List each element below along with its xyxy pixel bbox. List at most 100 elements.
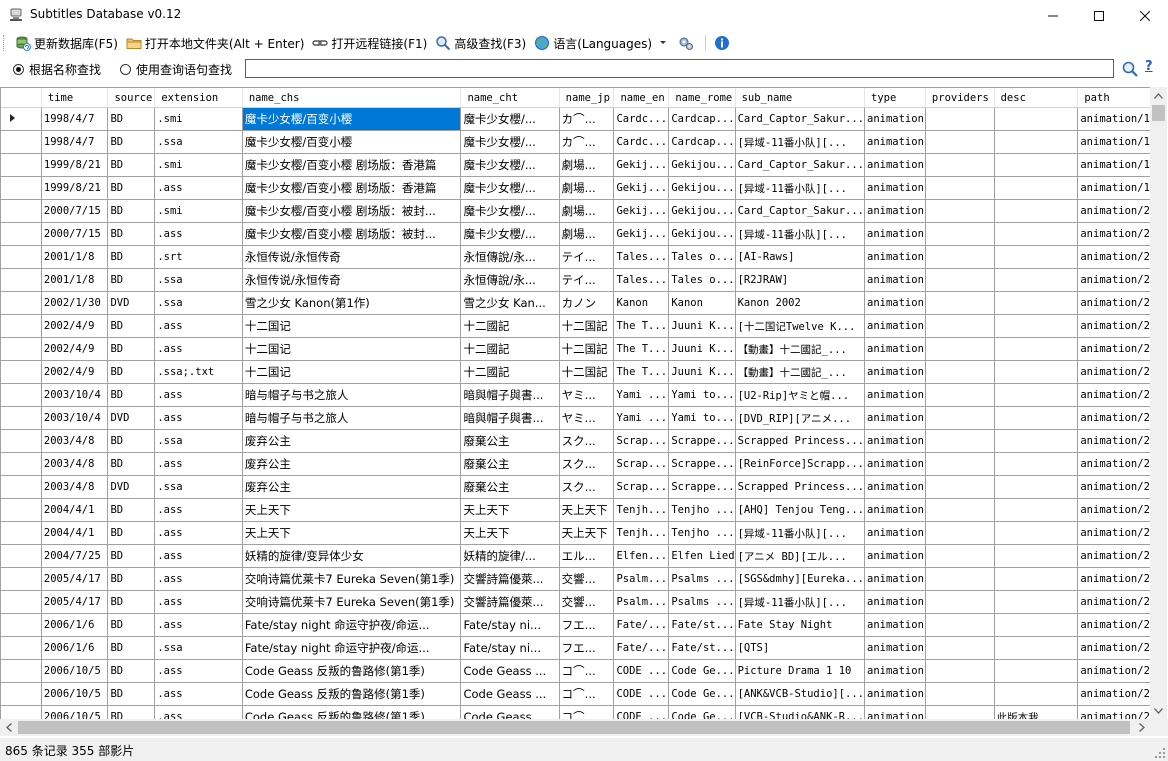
cell-sub-name[interactable]: [ANK&VCB-Studio][...: [735, 682, 866, 706]
cell-name-chs[interactable]: Code Geass 反叛的鲁路修(第1季): [242, 659, 462, 683]
cell-name-en[interactable]: Yami ...: [613, 383, 670, 407]
cell-name-rome[interactable]: Tenjho ...: [668, 498, 736, 522]
cell-name-cht[interactable]: 妖精的旋律/...: [460, 544, 560, 568]
cell-name-jp[interactable]: 天上天下: [559, 521, 615, 545]
open-remote-link-button[interactable]: 打开远程链接(F1): [308, 32, 431, 54]
row-header[interactable]: [1, 521, 42, 545]
cell-name-chs[interactable]: 永恒传说/永恒传奇: [242, 268, 462, 292]
cell-name-cht[interactable]: 永恒傳說/永...: [460, 245, 560, 269]
row-header[interactable]: [1, 245, 42, 269]
cell-type[interactable]: animation: [864, 429, 926, 453]
cell-desc[interactable]: [994, 475, 1079, 499]
cell-time[interactable]: 1998/4/7: [41, 130, 109, 154]
open-local-folder-button[interactable]: 打开本地文件夹(Alt + Enter): [122, 32, 309, 54]
cell-providers[interactable]: [925, 705, 995, 720]
table-row[interactable]: 2003/4/8 BD .ass 废弃公主 廢棄公主 スク... Scrap... Scrap…: [1, 452, 1151, 476]
cell-extension[interactable]: .ass: [154, 314, 243, 338]
cell-sub-name[interactable]: Fate Stay Night: [735, 613, 866, 637]
cell-type[interactable]: animation: [864, 705, 926, 720]
cell-type[interactable]: animation: [864, 682, 926, 706]
cell-time[interactable]: 2002/1/30: [41, 291, 109, 315]
cell-time[interactable]: 2001/1/8: [41, 268, 109, 292]
cell-source[interactable]: BD: [107, 199, 156, 223]
cell-sub-name[interactable]: [异域-11番小队][...: [735, 176, 866, 200]
row-header[interactable]: [1, 567, 42, 591]
table-row[interactable]: 1999/8/21 BD .ass 魔卡少女樱/百变小樱 剧场版：香港篇 魔卡少女櫻/.…: [1, 176, 1151, 200]
cell-providers[interactable]: [925, 567, 995, 591]
cell-desc[interactable]: [994, 360, 1079, 384]
search-input[interactable]: [245, 59, 1114, 78]
cell-type[interactable]: animation: [864, 337, 926, 361]
cell-source[interactable]: BD: [107, 544, 156, 568]
cell-name-en[interactable]: Scrap...: [613, 452, 670, 476]
cell-time[interactable]: 2006/10/5: [41, 682, 109, 706]
cell-time[interactable]: 2002/4/9: [41, 337, 109, 361]
cell-name-jp[interactable]: 劇場...: [559, 176, 615, 200]
cell-name-cht[interactable]: 永恒傳說/永...: [460, 268, 560, 292]
cell-name-jp[interactable]: コ⌒...: [559, 659, 615, 683]
cell-source[interactable]: DVD: [107, 291, 156, 315]
cell-name-cht[interactable]: 廢棄公主: [460, 475, 560, 499]
cell-name-rome[interactable]: Scrappe...: [668, 452, 736, 476]
cell-name-chs[interactable]: Fate/stay night 命运守护夜/命运...: [242, 613, 462, 637]
cell-source[interactable]: BD: [107, 613, 156, 637]
cell-providers[interactable]: [925, 176, 995, 200]
cell-time[interactable]: 1999/8/21: [41, 176, 109, 200]
cell-providers[interactable]: [925, 682, 995, 706]
cell-name-jp[interactable]: 劇場...: [559, 199, 615, 223]
row-header[interactable]: [1, 475, 42, 499]
cell-name-jp[interactable]: 劇場...: [559, 153, 615, 177]
cell-desc[interactable]: [994, 176, 1079, 200]
cell-providers[interactable]: [925, 613, 995, 637]
cell-name-chs[interactable]: 魔卡少女樱/百变小樱 剧场版：香港篇: [242, 176, 462, 200]
cell-providers[interactable]: [925, 659, 995, 683]
cell-extension[interactable]: .ass: [154, 176, 243, 200]
cell-path[interactable]: animation/2: [1077, 314, 1151, 338]
cell-name-rome[interactable]: Code Ge...: [668, 705, 736, 720]
cell-time[interactable]: 2003/4/8: [41, 452, 109, 476]
cell-name-chs[interactable]: 天上天下: [242, 498, 462, 522]
cell-time[interactable]: 2003/10/4: [41, 383, 109, 407]
row-header[interactable]: [1, 268, 42, 292]
cell-time[interactable]: 2004/4/1: [41, 521, 109, 545]
cell-path[interactable]: animation/2: [1077, 406, 1151, 430]
cell-name-rome[interactable]: Code Ge...: [668, 682, 736, 706]
cell-path[interactable]: animation/2: [1077, 636, 1151, 660]
cell-name-en[interactable]: CODE ...: [613, 682, 670, 706]
cell-name-rome[interactable]: Code Ge...: [668, 659, 736, 683]
cell-name-chs[interactable]: 魔卡少女樱/百变小樱: [242, 130, 462, 154]
cell-providers[interactable]: [925, 153, 995, 177]
toolbar-grip[interactable]: [3, 35, 7, 51]
cell-name-rome[interactable]: Tenjho ...: [668, 521, 736, 545]
cell-name-chs[interactable]: 暗与帽子与书之旅人: [242, 383, 462, 407]
cell-name-cht[interactable]: 十二國記: [460, 337, 560, 361]
cell-name-cht[interactable]: 交響詩篇優萊...: [460, 590, 560, 614]
cell-path[interactable]: animation/1: [1077, 130, 1151, 154]
cell-desc[interactable]: [994, 521, 1079, 545]
table-row[interactable]: 2002/4/9 BD .ssa;.txt 十二国记 十二國記 十二国記 The T... J…: [1, 360, 1151, 384]
cell-sub-name[interactable]: [异域-11番小队][...: [735, 521, 866, 545]
table-row[interactable]: 2001/1/8 BD .srt 永恒传说/永恒传奇 永恒傳說/永... テイ... Tal…: [1, 245, 1151, 269]
cell-type[interactable]: animation: [864, 452, 926, 476]
help-link[interactable]: ?: [1145, 59, 1153, 74]
cell-time[interactable]: 2005/4/17: [41, 567, 109, 591]
cell-type[interactable]: animation: [864, 590, 926, 614]
cell-time[interactable]: 2004/7/25: [41, 544, 109, 568]
cell-name-cht[interactable]: 天上天下: [460, 521, 560, 545]
cell-providers[interactable]: [925, 130, 995, 154]
cell-providers[interactable]: [925, 268, 995, 292]
search-icon[interactable]: [1121, 60, 1139, 78]
cell-source[interactable]: BD: [107, 498, 156, 522]
cell-sub-name[interactable]: Picture Drama 1 10: [735, 659, 866, 683]
cell-type[interactable]: animation: [864, 130, 926, 154]
table-row[interactable]: 2005/4/17 BD .ass 交响诗篇优莱卡7 Eureka Seven(第1季…: [1, 567, 1151, 591]
cell-name-jp[interactable]: 交響...: [559, 567, 615, 591]
cell-name-jp[interactable]: スク...: [559, 429, 615, 453]
column-header-name-chs[interactable]: name_chs: [242, 88, 462, 108]
cell-extension[interactable]: .ass: [154, 383, 243, 407]
cell-providers[interactable]: [925, 452, 995, 476]
cell-name-cht[interactable]: 天上天下: [460, 498, 560, 522]
cell-path[interactable]: animation/2: [1077, 291, 1151, 315]
cell-time[interactable]: 2000/7/15: [41, 199, 109, 223]
cell-name-jp[interactable]: カ⌒...: [559, 107, 615, 131]
